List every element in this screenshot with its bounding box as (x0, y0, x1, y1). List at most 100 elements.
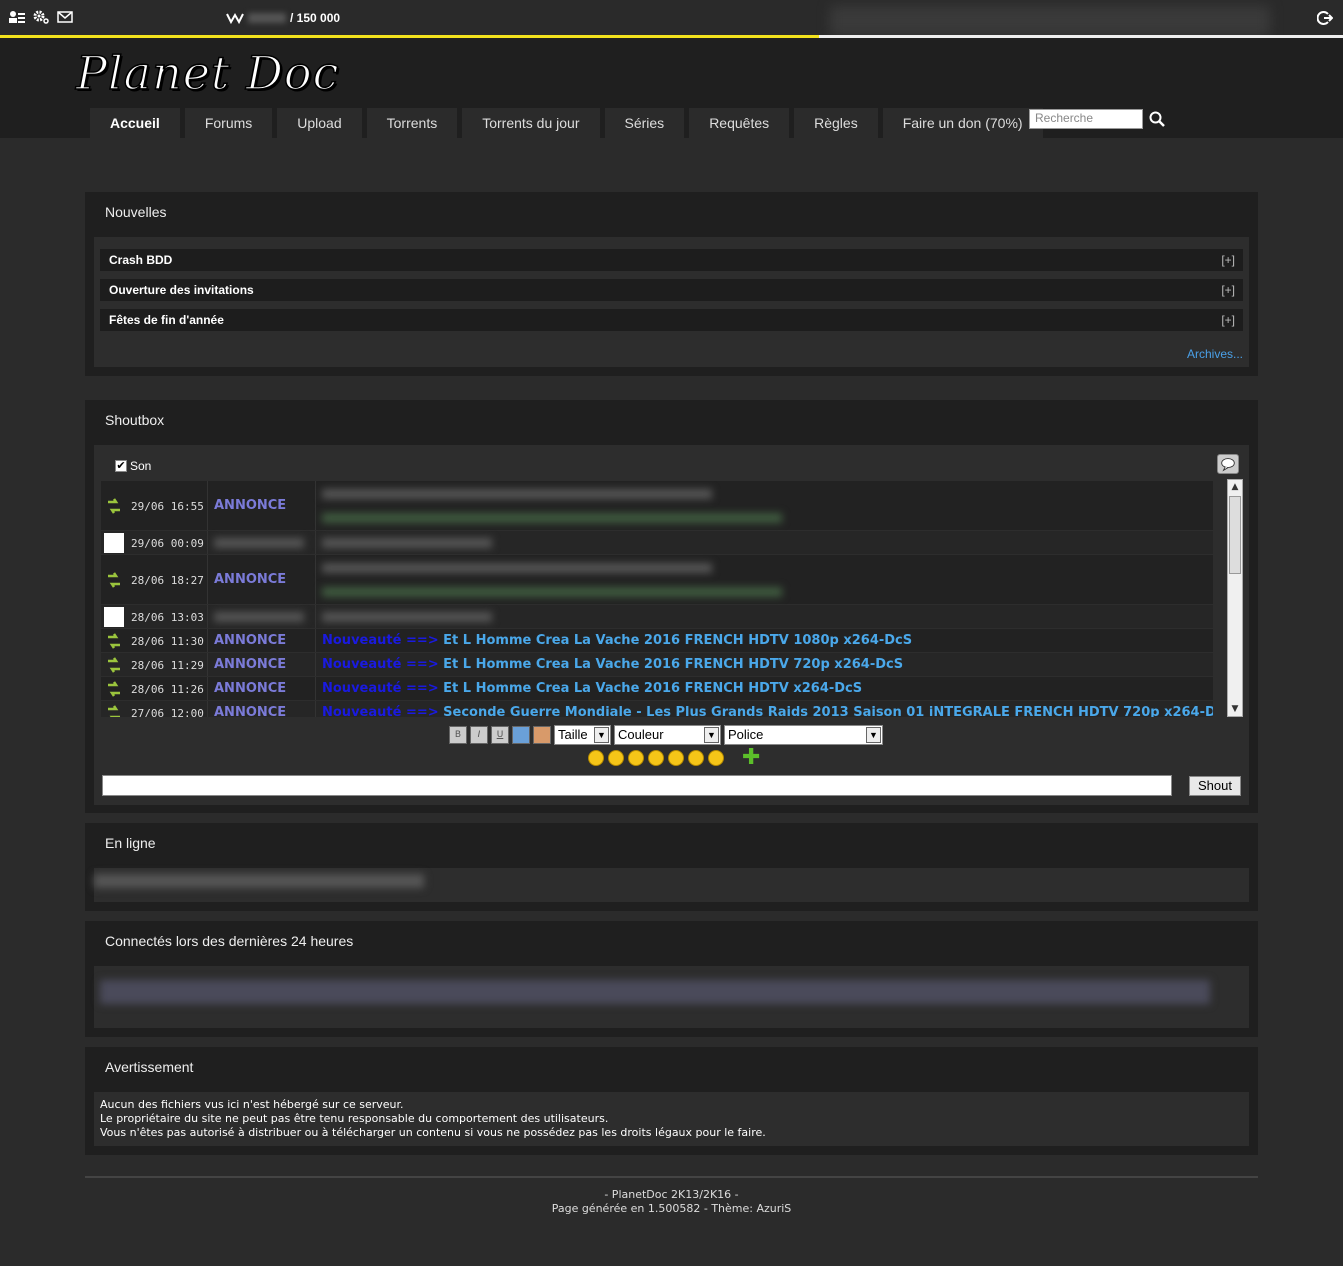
ratio-hidden (248, 13, 286, 23)
shout-prefix: Nouveauté ==> (322, 633, 439, 648)
news-item[interactable]: Ouverture des invitations [+] (100, 279, 1243, 301)
announce-icon (104, 679, 124, 699)
shout-user[interactable]: ANNONCE (214, 633, 286, 648)
nav-tab[interactable]: Forums (184, 108, 273, 138)
last24-panel: Connectés lors des dernières 24 heures (85, 921, 1258, 1037)
row-divider (315, 605, 316, 628)
shout-row: 28/06 13:03 (101, 605, 1213, 629)
blurred-message (322, 587, 782, 597)
chat-bubble-icon[interactable] (1217, 454, 1239, 474)
blurred-user (214, 538, 304, 548)
smiley-icon[interactable] (608, 750, 624, 766)
crown-icon (226, 12, 244, 24)
announce-icon (104, 655, 124, 675)
nav-tab[interactable]: Requêtes (689, 108, 790, 138)
torrent-link[interactable]: Et L Homme Crea La Vache 2016 FRENCH HDT… (443, 633, 912, 648)
row-divider (315, 677, 316, 700)
more-smileys-icon[interactable]: ✚ (742, 747, 760, 769)
shout-user[interactable]: ANNONCE (214, 657, 286, 672)
link-button[interactable] (512, 726, 530, 744)
shout-list: 29/06 16:55 ANNONCE 29/06 00:09 28/06 18:27… (101, 481, 1213, 717)
size-select[interactable]: Taille ▼ (554, 725, 611, 745)
news-item[interactable]: Fêtes de fin d'année [+] (100, 309, 1243, 331)
top-bar: / 150 000 (0, 0, 1343, 36)
italic-button[interactable]: I (470, 726, 488, 744)
smiley-icon[interactable] (648, 750, 664, 766)
nav-tab[interactable]: Accueil (90, 108, 180, 138)
user-list-icon[interactable] (9, 10, 25, 24)
smiley-icon[interactable] (668, 750, 684, 766)
torrent-link[interactable]: Et L Homme Crea La Vache 2016 FRENCH HDT… (443, 681, 862, 696)
shoutbox-title: Shoutbox (105, 412, 165, 428)
smiley-icon[interactable] (708, 750, 724, 766)
announce-icon (104, 631, 124, 651)
font-select[interactable]: Police ▼ (724, 725, 883, 745)
shout-message: Nouveauté ==> Et L Homme Crea La Vache 2… (322, 633, 912, 648)
news-item-label: Ouverture des invitations (109, 283, 254, 297)
shout-user[interactable]: ANNONCE (214, 498, 286, 513)
news-toggle[interactable]: [+] (1221, 249, 1235, 271)
announce-icon (104, 496, 124, 516)
torrent-link[interactable]: Et L Homme Crea La Vache 2016 FRENCH HDT… (443, 657, 903, 672)
shout-time: 28/06 11:26 (131, 683, 204, 696)
online-panel: En ligne (85, 823, 1258, 911)
nav-tab[interactable]: Upload (277, 108, 362, 138)
site-logo[interactable]: Planet Doc (75, 45, 339, 101)
size-select-value: Taille (558, 727, 588, 742)
scroll-down-icon[interactable]: ▼ (1228, 702, 1242, 716)
shout-scrollbar[interactable]: ▲ ▼ (1227, 479, 1243, 717)
nav-tab[interactable]: Torrents du jour (462, 108, 600, 138)
mail-icon[interactable] (57, 10, 73, 24)
ratio-display: / 150 000 (226, 11, 340, 25)
shout-row: 28/06 11:26 ANNONCE Nouveauté ==> Et L Hom… (101, 677, 1213, 701)
shout-user[interactable]: ANNONCE (214, 681, 286, 696)
shout-time: 29/06 00:09 (131, 537, 204, 550)
underline-button[interactable]: U (491, 726, 509, 744)
torrent-link[interactable]: Seconde Guerre Mondiale - Les Plus Grand… (443, 705, 1213, 717)
smiley-icon[interactable] (588, 750, 604, 766)
shout-input[interactable] (102, 775, 1172, 796)
blurred-message (322, 563, 712, 573)
shout-row: 29/06 16:55 ANNONCE (101, 481, 1213, 531)
nav-tab[interactable]: Faire un don (70%) (882, 108, 1043, 138)
smiley-icon[interactable] (628, 750, 644, 766)
row-divider (207, 531, 208, 554)
row-divider (315, 555, 316, 604)
settings-icon[interactable] (33, 10, 49, 24)
top-icons (9, 10, 73, 24)
scroll-up-icon[interactable]: ▲ (1228, 480, 1242, 494)
avatar-icon (104, 607, 124, 627)
shout-message: Nouveauté ==> Et L Homme Crea La Vache 2… (322, 681, 862, 696)
image-button[interactable] (533, 726, 551, 744)
news-toggle[interactable]: [+] (1221, 309, 1235, 331)
sound-toggle[interactable]: ✔ Son (115, 459, 151, 473)
shout-prefix: Nouveauté ==> (322, 705, 439, 717)
news-item[interactable]: Crash BDD [+] (100, 249, 1243, 271)
blurred-users (100, 980, 1210, 1004)
archives-link[interactable]: Archives... (1187, 347, 1243, 361)
smiley-icon[interactable] (688, 750, 704, 766)
scroll-thumb[interactable] (1229, 496, 1241, 574)
search-input[interactable]: Recherche (1029, 109, 1143, 129)
news-title: Nouvelles (105, 204, 167, 220)
search-icon[interactable] (1149, 111, 1165, 127)
color-select-value: Couleur (618, 727, 664, 742)
online-list (94, 868, 1249, 902)
bold-button[interactable]: B (449, 726, 467, 744)
blurred-stats (830, 6, 1270, 36)
row-divider (315, 481, 316, 530)
logout-icon[interactable] (1317, 10, 1333, 26)
news-inner: Crash BDD [+] Ouverture des invitations [+… (94, 237, 1249, 367)
shout-time: 27/06 12:00 (131, 707, 204, 717)
ratio-text: / 150 000 (290, 11, 341, 25)
news-toggle[interactable]: [+] (1221, 279, 1235, 301)
nav-tab[interactable]: Torrents (366, 108, 458, 138)
shout-user[interactable]: ANNONCE (214, 572, 286, 587)
sound-checkbox[interactable]: ✔ (115, 460, 127, 472)
color-select[interactable]: Couleur ▼ (614, 725, 721, 745)
shout-user[interactable]: ANNONCE (214, 705, 286, 717)
nav-tab[interactable]: Règles (794, 108, 878, 138)
shout-button[interactable]: Shout (1189, 776, 1241, 796)
row-divider (207, 653, 208, 676)
nav-tab[interactable]: Séries (604, 108, 685, 138)
